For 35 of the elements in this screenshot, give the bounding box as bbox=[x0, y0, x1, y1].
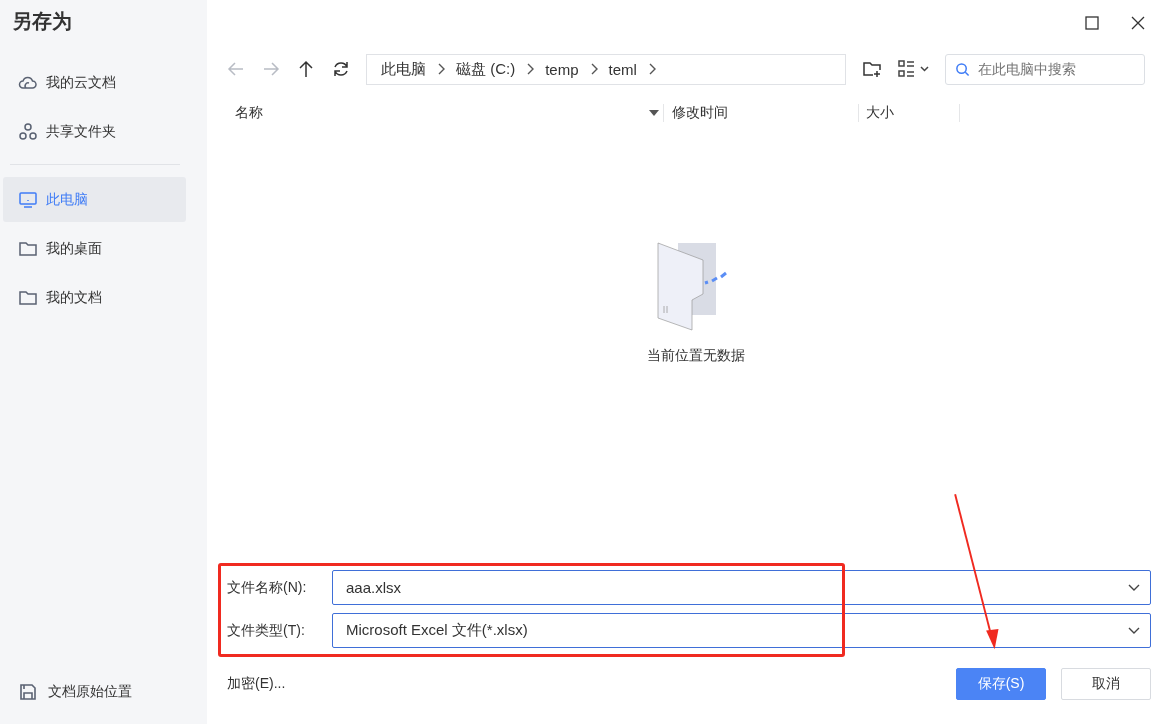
breadcrumb-item[interactable]: teml bbox=[608, 60, 637, 78]
save-button[interactable]: 保存(S) bbox=[956, 668, 1046, 700]
search-icon bbox=[955, 61, 970, 77]
chevron-right-icon bbox=[525, 62, 536, 76]
breadcrumb-item[interactable]: 此电脑 bbox=[381, 59, 426, 79]
breadcrumb-item[interactable]: temp bbox=[545, 60, 579, 78]
column-header[interactable]: 修改时间 bbox=[672, 104, 728, 122]
refresh-icon[interactable] bbox=[331, 59, 351, 79]
sidebar-item[interactable]: 共享文件夹 bbox=[3, 109, 186, 154]
list-view-icon[interactable] bbox=[897, 59, 931, 79]
new-folder-icon[interactable] bbox=[862, 59, 882, 79]
window-title: 另存为 bbox=[11, 9, 73, 34]
field-label: 文件名称(N): bbox=[226, 578, 308, 597]
sidebar-item[interactable]: 我的桌面 bbox=[3, 226, 186, 271]
sidebar-item[interactable]: 我的文档 bbox=[3, 275, 186, 320]
search-field[interactable]: 在此电脑中搜索 bbox=[945, 53, 1145, 85]
sidebar-item[interactable]: 我的云文档 bbox=[3, 60, 186, 105]
field-label: 文件类型(T): bbox=[226, 621, 306, 640]
column-header[interactable]: 大小 bbox=[866, 104, 894, 122]
chevron-right-icon bbox=[436, 62, 446, 76]
chevron-down-icon bbox=[1128, 626, 1140, 635]
cancel-button[interactable]: 取消 bbox=[1061, 668, 1151, 700]
encrypt-link[interactable]: 加密(E)... bbox=[226, 675, 941, 693]
maximize-icon[interactable] bbox=[1085, 15, 1099, 30]
combo-field[interactable]: aaa.xlsx bbox=[332, 570, 1151, 605]
breadcrumb-item[interactable]: 磁盘 (C:) bbox=[456, 59, 516, 79]
three-circles-icon bbox=[18, 121, 38, 142]
monitor-icon bbox=[18, 189, 38, 210]
column-header[interactable]: 名称 bbox=[235, 104, 263, 122]
close-icon[interactable] bbox=[1131, 15, 1145, 30]
original-location-link[interactable]: 文档原始位置 bbox=[3, 669, 186, 714]
empty-message: 当前位置无数据 bbox=[647, 346, 745, 365]
combo-field[interactable]: Microsoft Excel 文件(*.xlsx) bbox=[332, 613, 1151, 648]
sort-triangle-icon bbox=[649, 110, 659, 116]
chevron-down-icon bbox=[1128, 583, 1140, 592]
